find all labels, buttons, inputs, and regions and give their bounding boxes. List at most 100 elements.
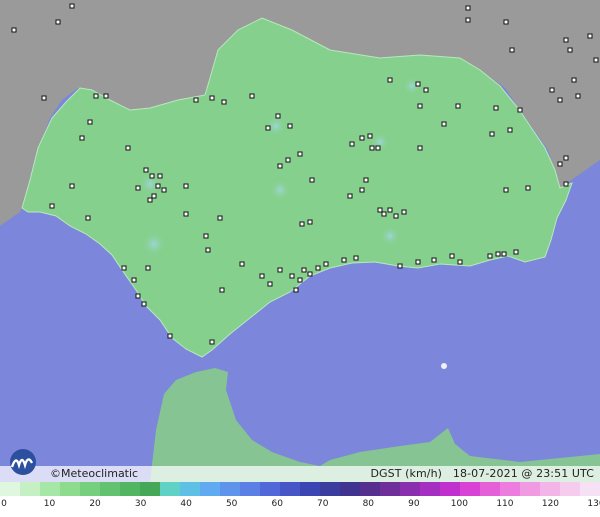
station-marker	[557, 97, 563, 103]
legend-swatch	[280, 482, 300, 496]
station-marker	[487, 253, 493, 259]
station-marker	[441, 121, 447, 127]
station-marker	[417, 103, 423, 109]
legend-tick-label: 130	[587, 499, 600, 509]
station-marker	[193, 97, 199, 103]
station-marker	[363, 177, 369, 183]
gust-hotspot	[380, 226, 400, 246]
station-marker	[525, 185, 531, 191]
legend-tick-label: 50	[225, 499, 238, 509]
legend-swatch	[360, 482, 380, 496]
legend-swatch	[160, 482, 180, 496]
station-marker	[79, 135, 85, 141]
map-meta: DGST (km/h) 18-07-2021 @ 23:51 UTC	[370, 467, 594, 480]
station-marker	[359, 135, 365, 141]
island	[441, 363, 447, 369]
legend-swatch	[540, 482, 560, 496]
station-marker	[415, 259, 421, 265]
station-marker	[571, 77, 577, 83]
station-marker	[135, 185, 141, 191]
legend-tick-label: 30	[134, 499, 147, 509]
station-marker	[239, 261, 245, 267]
station-marker	[489, 131, 495, 137]
legend-color-bar	[0, 482, 600, 496]
timestamp: 18-07-2021 @ 23:51 UTC	[452, 467, 594, 480]
station-marker	[205, 247, 211, 253]
station-marker	[503, 19, 509, 25]
station-marker	[157, 173, 163, 179]
station-marker	[503, 187, 509, 193]
station-marker	[125, 145, 131, 151]
station-marker	[209, 95, 215, 101]
station-marker	[275, 113, 281, 119]
legend-swatch	[200, 482, 220, 496]
station-marker	[85, 215, 91, 221]
station-marker	[11, 27, 17, 33]
station-marker	[209, 339, 215, 345]
station-marker	[277, 163, 283, 169]
legend-tick-label: 80	[362, 499, 375, 509]
station-marker	[567, 47, 573, 53]
legend-swatch	[100, 482, 120, 496]
legend-swatch	[140, 482, 160, 496]
station-marker	[121, 265, 127, 271]
legend-swatch	[180, 482, 200, 496]
station-marker	[131, 277, 137, 283]
legend-swatch	[560, 482, 580, 496]
station-marker	[141, 301, 147, 307]
station-marker	[375, 145, 381, 151]
station-marker	[161, 187, 167, 193]
gust-hotspot	[142, 232, 166, 256]
station-marker	[277, 267, 283, 273]
legend-tick-label: 90	[408, 499, 420, 509]
station-marker	[423, 87, 429, 93]
station-marker	[69, 183, 75, 189]
legend-swatch	[420, 482, 440, 496]
gust-hotspot	[270, 180, 290, 200]
station-marker	[563, 37, 569, 43]
station-marker	[219, 287, 225, 293]
station-marker	[347, 193, 353, 199]
station-marker	[367, 133, 373, 139]
station-marker	[93, 93, 99, 99]
color-legend: 0 10 20 30 40 50 60 70 80 90 100 110 120 130	[0, 482, 600, 517]
legend-swatch	[80, 482, 100, 496]
station-marker	[289, 273, 295, 279]
station-marker	[563, 155, 569, 161]
station-marker	[49, 203, 55, 209]
station-marker	[593, 57, 599, 63]
legend-swatch	[460, 482, 480, 496]
legend-swatch	[260, 482, 280, 496]
station-marker	[249, 93, 255, 99]
attribution-text: ©Meteoclimatic	[50, 467, 139, 480]
legend-swatch	[340, 482, 360, 496]
variable-label: DGST (km/h)	[370, 467, 443, 480]
legend-swatch	[0, 482, 20, 496]
station-marker	[297, 277, 303, 283]
station-marker	[301, 267, 307, 273]
station-marker	[417, 145, 423, 151]
station-marker	[293, 287, 299, 293]
station-marker	[507, 127, 513, 133]
station-marker	[369, 145, 375, 151]
station-marker	[509, 47, 515, 53]
station-marker	[135, 293, 141, 299]
station-marker	[381, 211, 387, 217]
station-marker	[387, 207, 393, 213]
legend-tick-label: 40	[180, 499, 192, 509]
station-marker	[493, 105, 499, 111]
station-marker	[501, 251, 507, 257]
legend-tick-label: 110	[496, 499, 514, 509]
legend-tick-label: 120	[541, 499, 560, 509]
station-marker	[401, 209, 407, 215]
station-marker	[315, 265, 321, 271]
legend-swatch	[300, 482, 320, 496]
legend-tick-label: 100	[450, 499, 468, 509]
station-marker	[143, 167, 149, 173]
legend-swatch	[380, 482, 400, 496]
station-marker	[557, 161, 563, 167]
legend-swatch	[120, 482, 140, 496]
station-marker	[145, 265, 151, 271]
legend-swatch	[580, 482, 600, 496]
legend-tick-label: 0	[1, 499, 7, 509]
